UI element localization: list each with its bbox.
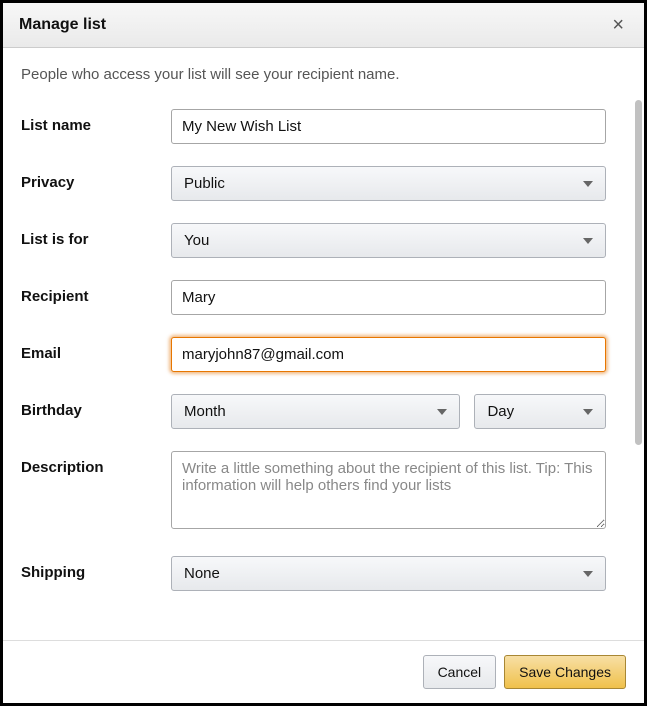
input-list-name[interactable] xyxy=(171,109,606,144)
select-birthday-month[interactable]: Month xyxy=(171,394,460,429)
chevron-down-icon xyxy=(437,409,447,415)
label-list-name: List name xyxy=(21,109,171,134)
select-shipping[interactable]: None xyxy=(171,556,606,591)
label-list-is-for: List is for xyxy=(21,223,171,248)
dialog-header: Manage list × xyxy=(3,3,644,48)
dialog-title: Manage list xyxy=(19,16,106,34)
row-birthday: Birthday Month Day xyxy=(21,394,626,429)
row-list-name: List name xyxy=(21,109,626,144)
select-list-is-for-value: You xyxy=(184,232,209,249)
label-recipient: Recipient xyxy=(21,280,171,305)
chevron-down-icon xyxy=(583,409,593,415)
label-birthday: Birthday xyxy=(21,394,171,419)
dialog-body: People who access your list will see you… xyxy=(3,48,644,640)
row-email: Email xyxy=(21,337,626,372)
textarea-description[interactable] xyxy=(171,451,606,529)
close-icon[interactable]: × xyxy=(608,15,628,35)
chevron-down-icon xyxy=(583,238,593,244)
select-shipping-value: None xyxy=(184,565,220,582)
row-description: Description xyxy=(21,451,626,534)
label-shipping: Shipping xyxy=(21,556,171,581)
select-birthday-day-value: Day xyxy=(487,403,514,420)
row-list-is-for: List is for You xyxy=(21,223,626,258)
row-privacy: Privacy Public xyxy=(21,166,626,201)
select-privacy[interactable]: Public xyxy=(171,166,606,201)
select-list-is-for[interactable]: You xyxy=(171,223,606,258)
select-birthday-day[interactable]: Day xyxy=(474,394,606,429)
label-privacy: Privacy xyxy=(21,166,171,191)
row-shipping: Shipping None xyxy=(21,556,626,591)
input-email[interactable] xyxy=(171,337,606,372)
scrollbar-thumb[interactable] xyxy=(635,100,642,445)
chevron-down-icon xyxy=(583,181,593,187)
select-birthday-month-value: Month xyxy=(184,403,226,420)
dialog-footer: Cancel Save Changes xyxy=(3,640,644,703)
input-recipient[interactable] xyxy=(171,280,606,315)
cancel-button[interactable]: Cancel xyxy=(423,655,497,689)
select-privacy-value: Public xyxy=(184,175,225,192)
label-description: Description xyxy=(21,451,171,476)
info-text: People who access your list will see you… xyxy=(21,66,626,83)
save-button[interactable]: Save Changes xyxy=(504,655,626,689)
label-email: Email xyxy=(21,337,171,362)
chevron-down-icon xyxy=(583,571,593,577)
row-recipient: Recipient xyxy=(21,280,626,315)
